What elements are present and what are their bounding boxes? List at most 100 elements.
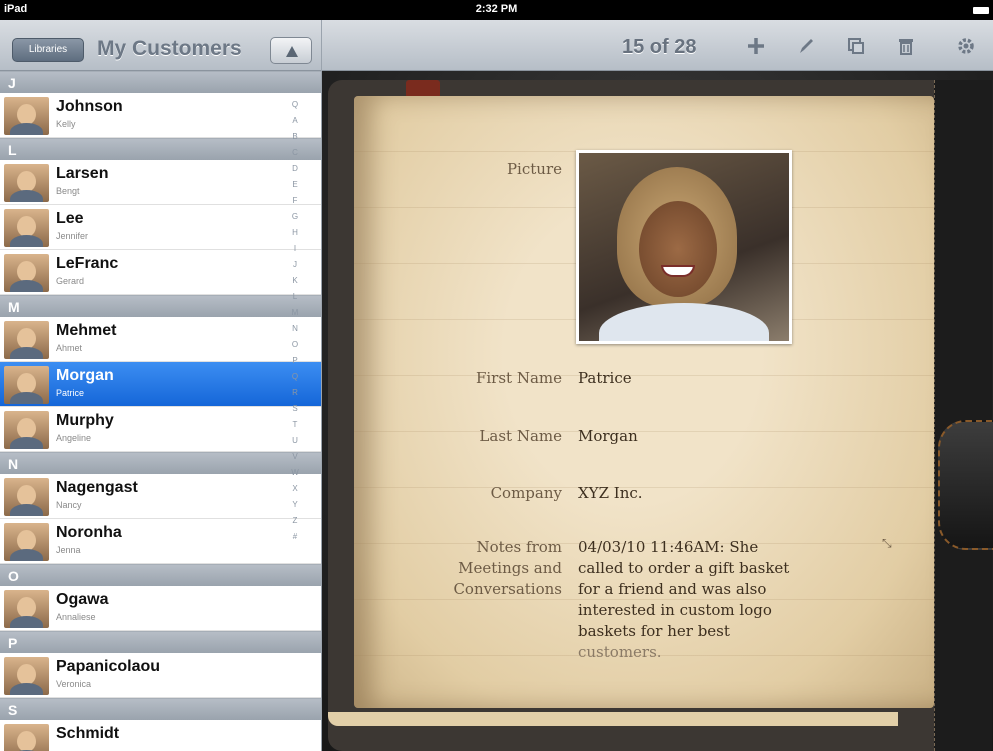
edit-icon xyxy=(800,39,813,53)
first-name-value[interactable]: Patrice xyxy=(578,367,632,389)
customer-last-name: Noronha xyxy=(56,524,122,541)
libraries-button[interactable]: Libraries xyxy=(12,38,84,62)
customer-first-name: Gerard xyxy=(56,276,85,286)
notes-line: for a friend and was also xyxy=(578,580,767,598)
index-letter[interactable]: G xyxy=(284,209,306,225)
index-letter[interactable]: Q xyxy=(284,369,306,385)
edit-button[interactable] xyxy=(792,32,820,60)
avatar xyxy=(4,523,49,561)
record-counter: 15 of 28 xyxy=(622,36,697,58)
index-letter[interactable]: X xyxy=(284,481,306,497)
index-letter[interactable]: E xyxy=(284,177,306,193)
index-letter[interactable]: H xyxy=(284,225,306,241)
index-letter[interactable]: K xyxy=(284,273,306,289)
customer-first-name: Jenna xyxy=(56,545,81,555)
section-header: O xyxy=(0,564,321,586)
index-letter[interactable]: U xyxy=(284,433,306,449)
list-item[interactable]: Lee Jennifer xyxy=(0,205,321,250)
clock: 2:32 PM xyxy=(475,3,518,15)
sidebar-title: My Customers xyxy=(97,37,242,60)
trash-icon xyxy=(899,39,913,55)
list-item[interactable]: Schmidt xyxy=(0,720,321,751)
list-item[interactable]: Larsen Bengt xyxy=(0,160,321,205)
page-edge xyxy=(328,712,898,726)
list-item[interactable]: Murphy Angeline xyxy=(0,407,321,452)
customer-last-name: Murphy xyxy=(56,412,114,429)
gear-icon xyxy=(958,38,974,54)
customer-last-name: Mehmet xyxy=(56,322,117,339)
notes-line: customers. xyxy=(578,643,662,661)
index-letter[interactable]: B xyxy=(284,129,306,145)
customer-first-name: Patrice xyxy=(56,388,85,398)
section-header: M xyxy=(0,295,321,317)
index-letter[interactable]: S xyxy=(284,401,306,417)
customer-last-name: Lee xyxy=(56,210,84,227)
add-icon xyxy=(748,38,764,54)
customer-last-name: Morgan xyxy=(56,367,114,384)
picture-label: Picture xyxy=(506,160,562,178)
list-item[interactable]: Ogawa Annaliese xyxy=(0,586,321,631)
list-item-selected[interactable]: Morgan Patrice xyxy=(0,362,321,407)
delete-button[interactable] xyxy=(892,32,920,60)
notes-value[interactable]: 04/03/10 11:46AM: She called to order a … xyxy=(578,537,789,663)
notes-label: Notes from Meetings and Conversations xyxy=(382,537,562,600)
index-letter[interactable]: N xyxy=(284,321,306,337)
index-letter[interactable]: O xyxy=(284,337,306,353)
index-letter[interactable]: F xyxy=(284,193,306,209)
index-letter[interactable]: Q xyxy=(284,97,306,113)
list-item[interactable]: Noronha Jenna xyxy=(0,519,321,564)
avatar xyxy=(4,209,49,247)
index-letter[interactable]: W xyxy=(284,465,306,481)
settings-button[interactable] xyxy=(952,32,980,60)
list-item[interactable]: LeFranc Gerard xyxy=(0,250,321,295)
avatar xyxy=(4,164,49,202)
customer-first-name: Ahmet xyxy=(56,343,83,353)
index-letter[interactable]: I xyxy=(284,241,306,257)
index-letter[interactable]: A xyxy=(284,113,306,129)
avatar xyxy=(4,321,49,359)
index-letter[interactable]: D xyxy=(284,161,306,177)
list-item[interactable]: Mehmet Ahmet xyxy=(0,317,321,362)
index-letter[interactable]: L xyxy=(284,289,306,305)
company-value[interactable]: XYZ Inc. xyxy=(578,482,643,504)
customer-first-name: Veronica xyxy=(56,679,92,689)
customer-last-name: Papanicolaou xyxy=(56,658,161,675)
index-letter[interactable]: M xyxy=(284,305,306,321)
toolbar: 15 of 28 xyxy=(322,20,993,71)
index-letter[interactable]: J xyxy=(284,257,306,273)
customer-first-name: Kelly xyxy=(56,119,76,129)
customer-first-name: Jennifer xyxy=(56,231,89,241)
duplicate-button[interactable] xyxy=(842,32,870,60)
book-clasp xyxy=(938,420,993,550)
avatar xyxy=(4,254,49,292)
alphabet-index[interactable]: Q A B C D E F G H I J K L M N O P Q R S T U V W X Y Z # xyxy=(284,97,306,751)
avatar xyxy=(4,366,49,404)
avatar xyxy=(4,724,49,751)
customer-photo[interactable] xyxy=(576,150,792,344)
notes-line: baskets for her best xyxy=(578,622,730,640)
last-name-value[interactable]: Morgan xyxy=(578,425,638,447)
customer-first-name: Angeline xyxy=(56,433,92,443)
battery-icon xyxy=(973,7,989,14)
index-letter[interactable]: V xyxy=(284,449,306,465)
avatar xyxy=(4,97,49,135)
customer-first-name: Annaliese xyxy=(56,612,96,622)
index-letter[interactable]: R xyxy=(284,385,306,401)
avatar xyxy=(4,478,49,516)
avatar xyxy=(4,590,49,628)
index-letter[interactable]: T xyxy=(284,417,306,433)
index-letter[interactable]: # xyxy=(284,529,306,545)
index-letter[interactable]: P xyxy=(284,353,306,369)
index-letter[interactable]: Y xyxy=(284,497,306,513)
list-item[interactable]: Johnson Kelly xyxy=(0,93,321,138)
list-item[interactable]: Nagengast Nancy xyxy=(0,474,321,519)
index-letter[interactable]: Z xyxy=(284,513,306,529)
status-bar: iPad 2:32 PM xyxy=(0,0,993,20)
notes-label-line: Conversations xyxy=(453,580,562,598)
book-strap xyxy=(934,80,992,751)
resize-handle-icon[interactable]: ⤡ xyxy=(882,536,892,551)
list-item[interactable]: Papanicolaou Veronica xyxy=(0,653,321,698)
sort-button[interactable] xyxy=(270,37,312,64)
index-letter[interactable]: C xyxy=(284,145,306,161)
add-button[interactable] xyxy=(742,32,770,60)
